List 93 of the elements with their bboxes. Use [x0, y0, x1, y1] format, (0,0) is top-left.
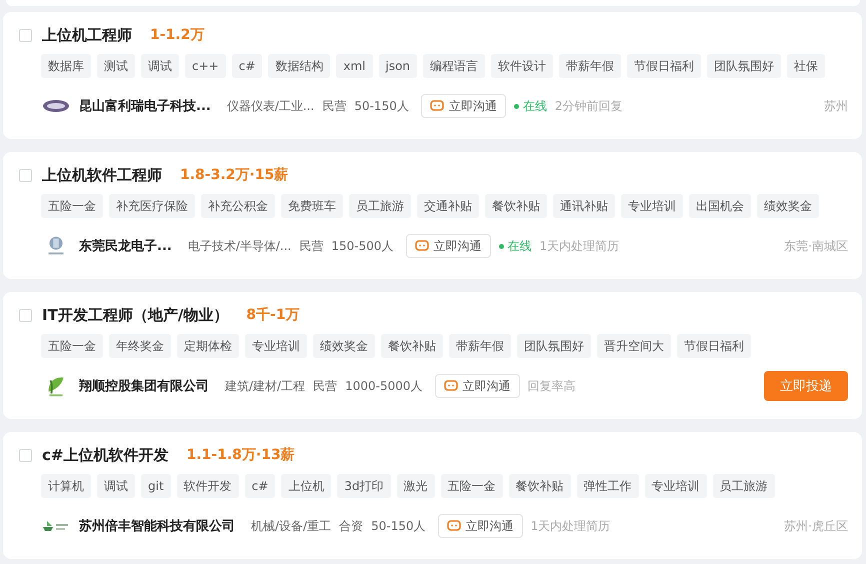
tag: c# — [244, 474, 276, 498]
company-size: 50-150人 — [371, 518, 426, 534]
chat-icon — [444, 380, 458, 392]
tag: 带薪年假 — [449, 334, 511, 358]
company-type: 合资 — [339, 518, 364, 534]
tag: 出国机会 — [689, 194, 751, 218]
tag: 调试 — [141, 54, 179, 78]
tag: 团队氛围好 — [517, 334, 591, 358]
tag: 交通补贴 — [417, 194, 479, 218]
industry: 电子技术/半导体/... — [188, 238, 292, 254]
tag: c# — [232, 54, 262, 78]
tag: 五险一金 — [41, 334, 103, 358]
industry: 仪器仪表/工业... — [226, 98, 314, 114]
tag: 数据结构 — [268, 54, 330, 78]
tag: 补充医疗保险 — [109, 194, 195, 218]
tag: 补充公积金 — [201, 194, 275, 218]
tag: 通讯补贴 — [553, 194, 615, 218]
company-type: 民营 — [313, 378, 338, 394]
company-size: 50-150人 — [354, 98, 409, 114]
tag: 数据库 — [41, 54, 91, 78]
reply-note: 2分钟前回复 — [554, 98, 622, 114]
tag: 专业培训 — [621, 194, 683, 218]
salary: 1-1.2万 — [150, 26, 204, 44]
tag: 年终奖金 — [109, 334, 171, 358]
checkbox[interactable] — [19, 308, 32, 322]
tag: 社保 — [787, 54, 826, 78]
tag: 餐饮补贴 — [381, 334, 443, 358]
tag: 节假日福利 — [677, 334, 751, 358]
checkbox[interactable] — [19, 28, 32, 42]
tag: 员工旅游 — [712, 474, 775, 498]
company-type: 民营 — [299, 238, 324, 254]
tag: 定期体检 — [177, 334, 239, 358]
tag: 软件开发 — [176, 474, 239, 498]
tag: 餐饮补贴 — [508, 474, 571, 498]
company-type: 民营 — [322, 98, 346, 114]
company-size: 150-500人 — [331, 238, 394, 254]
job-title[interactable]: IT开发工程师（地产/物业） — [42, 306, 228, 324]
tag: 晋升空间大 — [597, 334, 671, 358]
reply-note: 回复率高 — [528, 378, 576, 394]
tag: 测试 — [97, 54, 135, 78]
chat-icon — [446, 520, 461, 532]
tag: 餐饮补贴 — [485, 194, 547, 218]
salary: 1.1-1.8万·13薪 — [186, 446, 295, 464]
tag: c++ — [185, 54, 226, 78]
tag: 绩效奖金 — [313, 334, 375, 358]
job-title[interactable]: 上位机工程师 — [42, 26, 132, 44]
industry: 建筑/建材/工程 — [225, 378, 306, 394]
tag: 五险一金 — [440, 474, 503, 498]
tag: 五险一金 — [41, 194, 103, 218]
chat-icon — [414, 240, 428, 252]
reply-note: 1天内处理简历 — [540, 238, 620, 254]
tag: 弹性工作 — [576, 474, 639, 498]
location: 苏州 — [824, 98, 848, 114]
tag: 带薪年假 — [559, 54, 622, 78]
salary: 8千-1万 — [246, 306, 300, 324]
tag: 绩效奖金 — [757, 194, 819, 218]
tag: 免费班车 — [281, 194, 343, 218]
reply-note: 1天内处理简历 — [530, 518, 610, 534]
location: 苏州·虎丘区 — [784, 518, 848, 534]
chat-button[interactable]: 立即沟通 — [406, 234, 490, 258]
company-name[interactable]: 东莞民龙电子... — [79, 237, 172, 255]
tag: 专业培训 — [245, 334, 307, 358]
online-status: 在线 — [508, 238, 532, 254]
online-status: 在线 — [522, 98, 547, 114]
tag: 团队氛围好 — [707, 54, 782, 78]
industry: 机械/设备/重工 — [251, 518, 332, 534]
tag: 软件设计 — [491, 54, 554, 78]
checkbox[interactable] — [19, 168, 32, 182]
tag: 编程语言 — [423, 54, 486, 78]
location: 东莞·南城区 — [784, 238, 848, 254]
tag: json — [378, 54, 418, 78]
tag: 上位机 — [281, 474, 332, 498]
chat-button[interactable]: 立即沟通 — [438, 514, 523, 538]
tag: git — [141, 474, 171, 498]
tag: 计算机 — [41, 474, 91, 498]
tag: 节假日福利 — [627, 54, 702, 78]
tag: 3d打印 — [337, 474, 391, 498]
checkbox[interactable] — [19, 448, 32, 462]
chat-button[interactable]: 立即沟通 — [420, 94, 506, 118]
job-title[interactable]: 上位机软件工程师 — [42, 166, 162, 184]
tag: xml — [336, 54, 372, 78]
company-name[interactable]: 昆山富利瑞电子科技... — [79, 97, 211, 115]
tag: 激光 — [396, 474, 435, 498]
salary: 1.8-3.2万·15薪 — [180, 166, 288, 184]
job-title[interactable]: c#上位机软件开发 — [42, 446, 168, 464]
chat-icon — [430, 100, 444, 112]
tag: 专业培训 — [644, 474, 707, 498]
chat-button[interactable]: 立即沟通 — [434, 374, 520, 398]
company-size: 1000-5000人 — [345, 378, 423, 394]
company-name[interactable]: 翔顺控股集团有限公司 — [79, 377, 209, 395]
company-name[interactable]: 苏州倍丰智能科技有限公司 — [79, 517, 235, 535]
tag: 员工旅游 — [349, 194, 411, 218]
tag: 调试 — [97, 474, 135, 498]
